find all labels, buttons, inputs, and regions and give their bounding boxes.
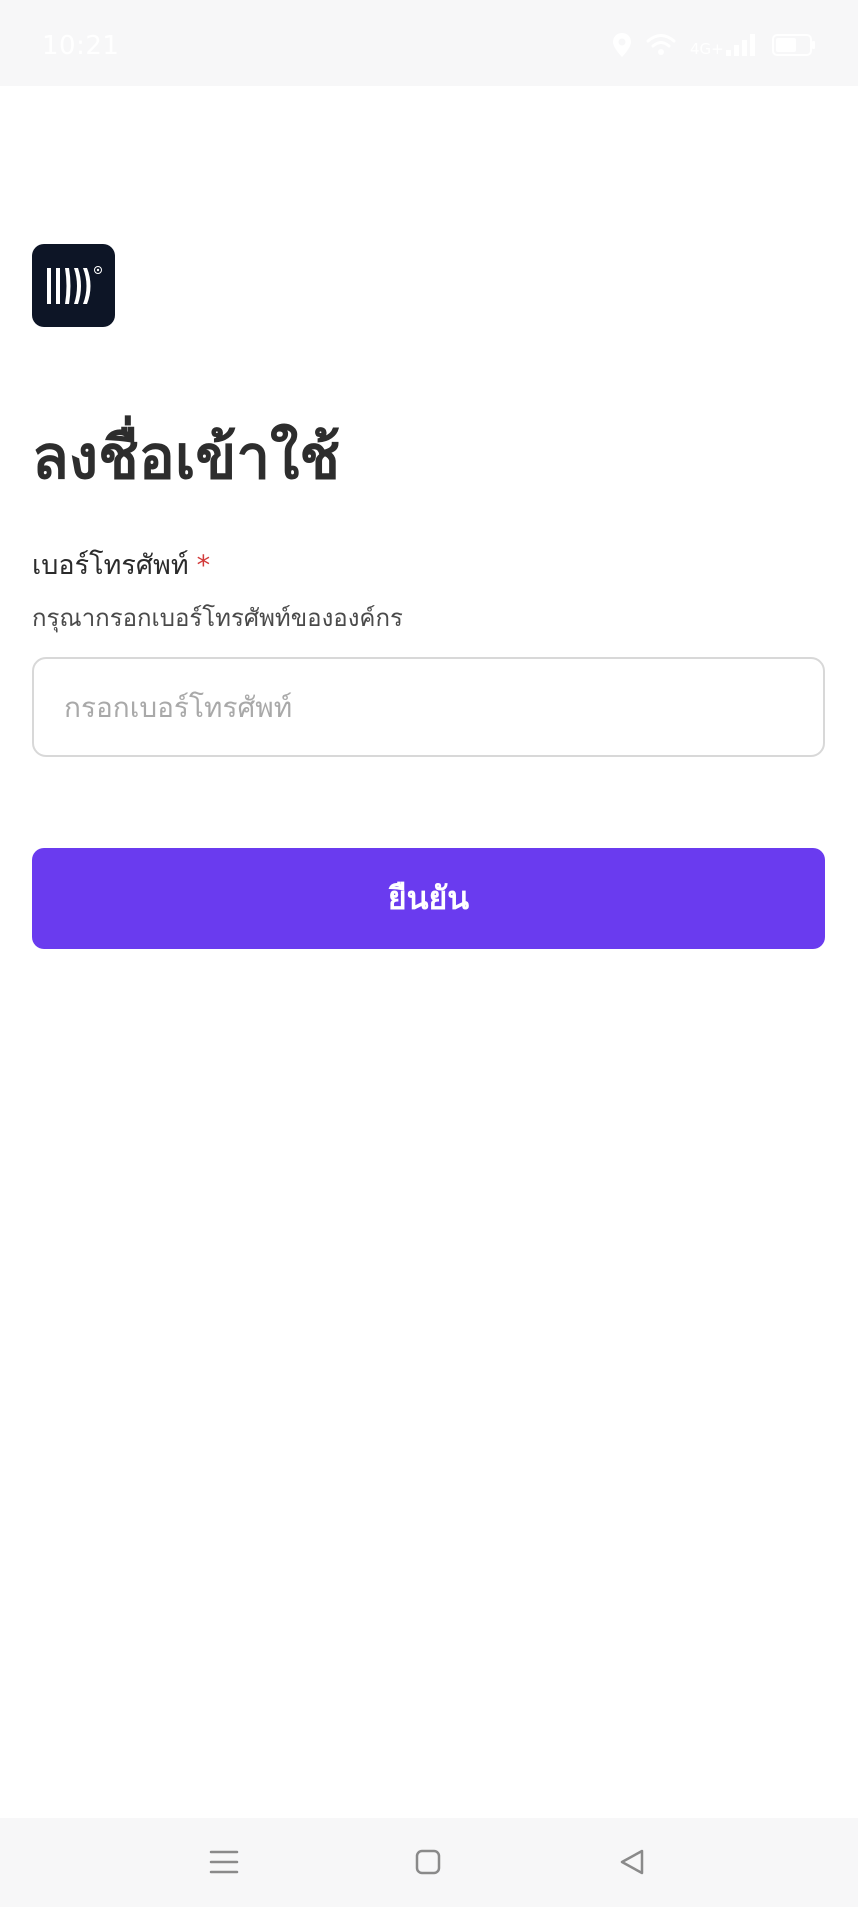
status-time: 10:21 [42,31,120,61]
battery-icon [772,33,816,57]
wifi-icon [646,33,676,57]
nav-home-button[interactable] [398,1834,458,1890]
signal-icon: 4G+ [690,32,758,58]
required-mark: * [196,550,211,581]
nav-menu-button[interactable] [194,1834,254,1890]
phone-input[interactable] [32,657,825,757]
app-logo [32,244,115,327]
status-icons: 4G+ [612,30,816,60]
confirm-button[interactable]: ยืนยัน [32,848,825,949]
navigation-bar [0,1818,858,1907]
location-icon [612,32,632,58]
page-title: ลงชื่อเข้าใช้ [32,423,341,493]
menu-icon [209,1850,239,1874]
status-bar: 10:21 4G+ [0,0,858,86]
home-icon [415,1849,441,1875]
phone-field-label: เบอร์โทรศัพท์ * [32,546,210,586]
back-icon [620,1849,644,1875]
nav-back-button[interactable] [602,1834,662,1890]
svg-text:4G+: 4G+ [690,40,724,58]
phone-label-text: เบอร์โทรศัพท์ [32,550,189,581]
brand-logo-icon [47,266,102,304]
phone-field-hint: กรุณากรอกเบอร์โทรศัพท์ขององค์กร [32,604,403,632]
